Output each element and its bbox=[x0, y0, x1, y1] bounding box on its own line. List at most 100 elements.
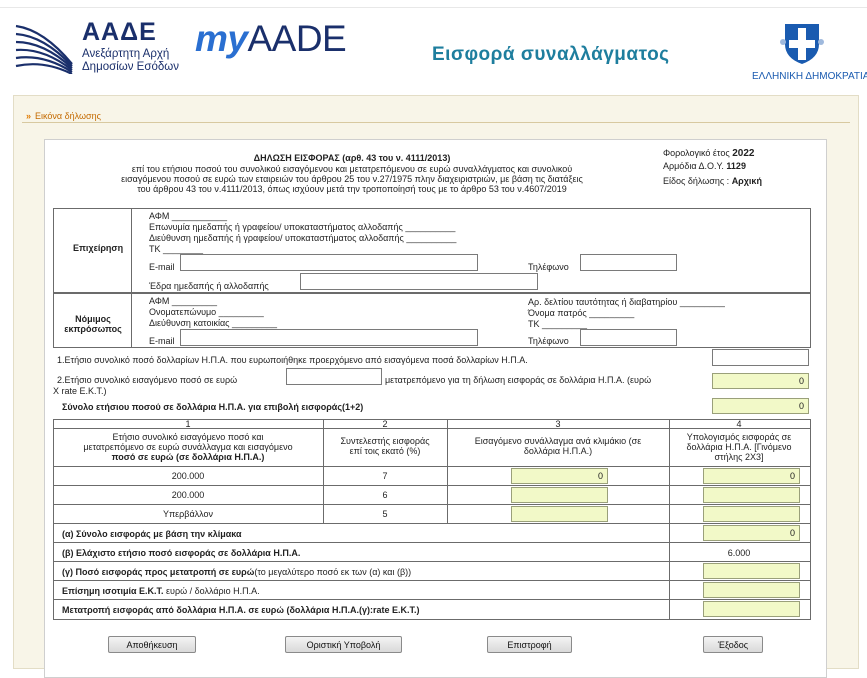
representative-email-label: E-mail bbox=[149, 336, 175, 346]
summary-row-divider bbox=[53, 580, 811, 581]
tax-year: Φορολογικό έτος 2022 bbox=[663, 148, 754, 159]
header-divider bbox=[0, 7, 867, 8]
breadcrumb[interactable]: » Εικόνα δήλωσης bbox=[26, 111, 101, 121]
line2-label-a: 2.Ετήσιο συνολικό εισαγόμενο ποσό σε ευρ… bbox=[57, 375, 238, 385]
company-phone-input[interactable] bbox=[580, 254, 677, 271]
summary-c-label-bold: (γ) Ποσό εισφοράς προς μετατροπή σε ευρώ bbox=[62, 567, 255, 577]
row1-bracket: 200.000 bbox=[171, 471, 205, 481]
aade-logo-icon bbox=[15, 24, 73, 74]
line2-euro-input[interactable] bbox=[286, 368, 382, 385]
summary-c-label: (γ) Ποσό εισφοράς προς μετατροπή σε ευρώ… bbox=[62, 567, 411, 578]
summary-a-value: 0 bbox=[703, 525, 800, 541]
representative-tk: ΤΚ _________ bbox=[528, 319, 588, 329]
summary-a-label: (α) Σύνολο εισφοράς με βάση την κλίμακα bbox=[62, 529, 242, 539]
row1-amount: 0 bbox=[511, 468, 608, 484]
company-phone-label: Τηλέφωνο bbox=[528, 262, 569, 272]
summary-e-value bbox=[703, 601, 800, 617]
scale-table-row-divider bbox=[53, 485, 811, 486]
scale-table-col-divider bbox=[447, 419, 448, 523]
col2-header-line2: επί τοις εκατό (%) bbox=[349, 446, 421, 456]
line1-label: 1.Ετήσιο συνολικό ποσό δολλαρίων Η.Π.Α. … bbox=[57, 355, 528, 365]
declaration-title: ΔΗΛΩΣΗ ΕΙΣΦΟΡΑΣ (αρθ. 43 του ν. 4111/201… bbox=[253, 153, 451, 163]
breadcrumb-chevron-icon: » bbox=[26, 111, 32, 121]
col-number-1: 1 bbox=[185, 419, 191, 429]
line1-input[interactable] bbox=[712, 349, 809, 366]
myaade-logo[interactable]: myAADE bbox=[195, 18, 347, 60]
aade-subtitle-line1: Ανεξάρτητη Αρχή bbox=[82, 48, 170, 60]
row3-amount bbox=[511, 506, 608, 522]
col1-header-line3: ποσό σε ευρώ (σε δολλάρια Η.Π.Α.) bbox=[111, 452, 265, 462]
myaade-logo-text: AADE bbox=[247, 18, 347, 59]
col4-header-line3: στήλης 2Χ3] bbox=[714, 452, 764, 462]
summary-e-label: Μετατροπή εισφοράς από δολλάρια Η.Π.Α. σ… bbox=[62, 605, 420, 615]
row3-rate: 5 bbox=[382, 509, 388, 519]
summary-d-label-rest: ευρώ / δολλάριο Η.Π.Α. bbox=[163, 586, 260, 596]
row2-bracket: 200.000 bbox=[171, 490, 205, 500]
breadcrumb-label: Εικόνα δήλωσης bbox=[35, 111, 101, 121]
row2-amount bbox=[511, 487, 608, 503]
representative-phone-input[interactable] bbox=[580, 329, 677, 346]
tax-year-label: Φορολογικό έτος bbox=[663, 148, 730, 158]
representative-name: Ονοματεπώνυμο _________ bbox=[149, 307, 264, 317]
representative-father-label: Όνομα πατρός _________ bbox=[528, 308, 635, 318]
scale-table-row-divider bbox=[53, 504, 811, 505]
summary-row-divider bbox=[53, 561, 811, 562]
site-header: ΑΑΔΕ Ανεξάρτητη Αρχή Δημοσίων Εσόδων myA… bbox=[0, 0, 867, 95]
company-name: Επωνυμία ημεδαπής ή γραφείου/ υποκαταστή… bbox=[149, 222, 456, 232]
col-number-3: 3 bbox=[555, 419, 561, 429]
line2-label-c: X rate Ε.Κ.Τ.) bbox=[53, 386, 107, 396]
representative-id-label: Αρ. δελτίου ταυτότητας ή διαβατηρίου ___… bbox=[528, 297, 725, 307]
gov-label: ΕΛΛΗΝΙΚΗ ΔΗΜΟΚΡΑΤΙΑ bbox=[752, 71, 867, 82]
summary-row-divider bbox=[53, 599, 811, 600]
doy-label: Αρμόδια Δ.Ο.Υ. bbox=[663, 161, 724, 171]
row2-rate: 6 bbox=[382, 490, 388, 500]
declaration-desc-3: του άρθρου 43 του ν.4111/2013, όπως ισχύ… bbox=[137, 184, 567, 194]
back-button[interactable]: Επιστροφή bbox=[487, 636, 572, 653]
page-title: Εισφορά συναλλάγματος bbox=[432, 44, 670, 65]
row3-bracket: Υπερβάλλον bbox=[162, 509, 214, 519]
summary-row-divider bbox=[53, 542, 811, 543]
summary-b-value: 6.000 bbox=[727, 548, 751, 558]
exit-button[interactable]: Έξοδος bbox=[703, 636, 763, 653]
col-number-4: 4 bbox=[736, 419, 742, 429]
representative-afm: ΑΦΜ _________ bbox=[149, 296, 217, 306]
declaration-type-label: Είδος δήλωσης : bbox=[663, 176, 730, 186]
col3-header-line2: δολλάρια Η.Π.Α.) bbox=[523, 446, 593, 456]
company-afm: ΑΦΜ ___________ bbox=[149, 211, 227, 221]
row3-calc bbox=[703, 506, 800, 522]
row1-calc: 0 bbox=[703, 468, 800, 484]
company-address: Διεύθυνση ημεδαπής ή γραφείου/ υποκαταστ… bbox=[149, 233, 457, 243]
doy-value: 1129 bbox=[726, 161, 746, 171]
save-button[interactable]: Αποθήκευση bbox=[108, 636, 196, 653]
summary-c-label-rest: (το μεγαλύτερο ποσό εκ των (α) και (β)) bbox=[254, 567, 412, 577]
summary-col-divider bbox=[669, 523, 670, 619]
company-email-input[interactable] bbox=[180, 254, 478, 271]
company-section-label: Επιχείρηση bbox=[73, 243, 124, 253]
line2-label-b: μετατρεπόμενο για τη δήλωση εισφοράς σε … bbox=[385, 375, 652, 385]
company-seat-input[interactable] bbox=[300, 273, 538, 290]
total-value: 0 bbox=[712, 398, 809, 414]
submit-button[interactable]: Οριστική Υποβολή bbox=[285, 636, 402, 653]
summary-b-label: (β) Ελάχιστο ετήσιο ποσό εισφοράς σε δολ… bbox=[62, 548, 301, 558]
company-seat-label: Έδρα ημεδαπής ή αλλοδαπής bbox=[149, 281, 269, 291]
aade-subtitle-line2: Δημοσίων Εσόδων bbox=[82, 61, 179, 73]
col-number-2: 2 bbox=[382, 419, 388, 429]
representative-phone-label: Τηλέφωνο bbox=[528, 336, 569, 346]
summary-d-value bbox=[703, 582, 800, 598]
total-label: Σύνολο ετήσιου ποσού σε δολλάρια Η.Π.Α. … bbox=[62, 402, 364, 412]
company-email-label: E-mail bbox=[149, 262, 175, 272]
representative-divider bbox=[131, 293, 132, 348]
myaade-logo-my: my bbox=[195, 18, 248, 59]
representative-email-input[interactable] bbox=[180, 329, 478, 346]
summary-d-label: Επίσημη ισοτιμία Ε.Κ.Τ. ευρώ / δολλάριο … bbox=[62, 586, 260, 597]
representative-address: Διεύθυνση κατοικίας _________ bbox=[149, 318, 278, 328]
summary-c-value bbox=[703, 563, 800, 579]
tax-year-value: 2022 bbox=[732, 148, 755, 159]
greek-crest-icon bbox=[780, 24, 824, 64]
row1-rate: 7 bbox=[382, 471, 388, 481]
declaration-type-value: Αρχική bbox=[731, 176, 762, 186]
doy: Αρμόδια Δ.Ο.Υ. 1129 bbox=[663, 161, 746, 172]
scale-table-row-divider bbox=[53, 466, 811, 467]
row2-calc bbox=[703, 487, 800, 503]
declaration-type: Είδος δήλωσης : Αρχική bbox=[663, 176, 762, 187]
